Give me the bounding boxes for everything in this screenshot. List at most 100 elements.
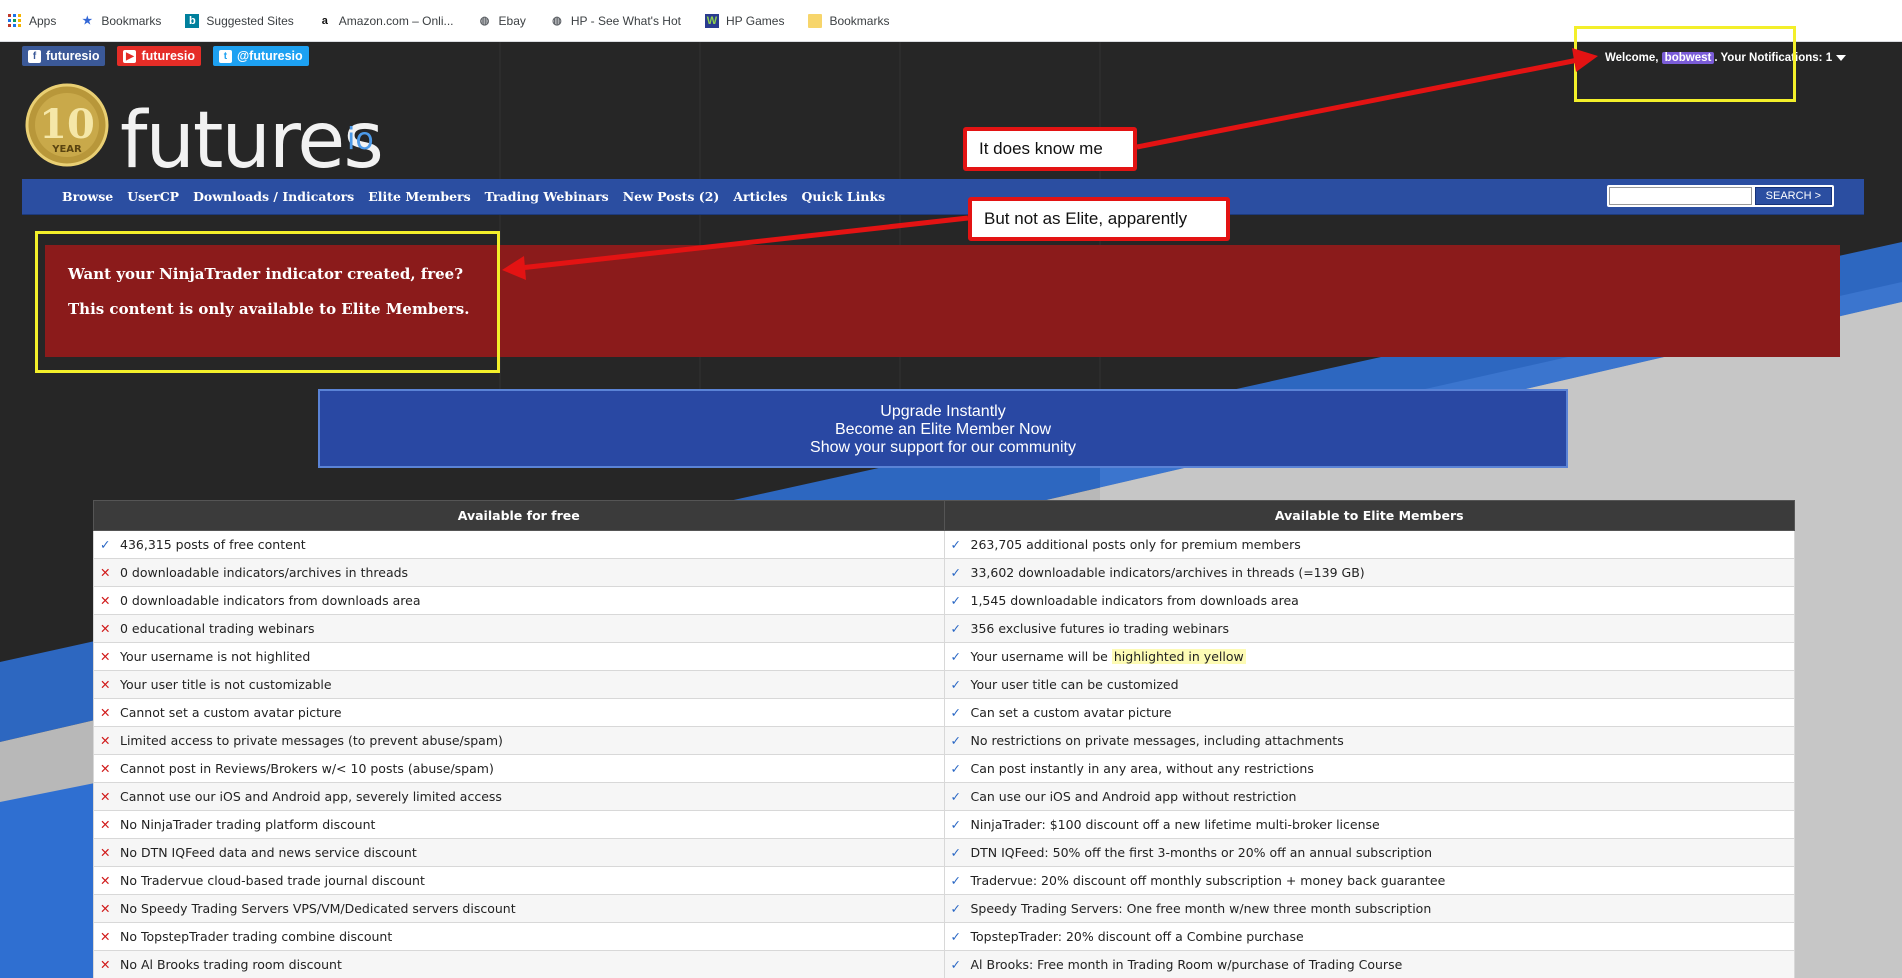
table-row: ✕ 0 downloadable indicators from download… bbox=[93, 586, 1795, 615]
free-feature-text: 0 downloadable indicators from downloads… bbox=[120, 593, 421, 608]
bookmark-amazon[interactable]: a Amazon.com – Onli... bbox=[318, 14, 454, 28]
social-links: f futuresio ▶ futuresio t @futuresio bbox=[22, 46, 309, 66]
bookmark-hp-hot[interactable]: ◍ HP - See What's Hot bbox=[550, 14, 681, 28]
social-label: @futuresio bbox=[236, 49, 303, 63]
elite-feature-cell: ✓ No restrictions on private messages, in… bbox=[943, 726, 1795, 755]
free-feature-cell: ✕ No Al Brooks trading room discount bbox=[93, 950, 945, 978]
table-row: ✕ Your user title is not customizable ✓ You… bbox=[93, 670, 1795, 699]
logo-text: futures bbox=[120, 96, 384, 186]
bookmark-label: HP Games bbox=[725, 13, 785, 28]
table-row: ✕ Limited access to private messages (to … bbox=[93, 726, 1795, 755]
nav-browse[interactable]: Browse bbox=[62, 189, 113, 204]
amazon-icon: a bbox=[321, 14, 328, 27]
cross-icon: ✕ bbox=[100, 817, 111, 832]
elite-feature-text: Speedy Trading Servers: One free month w… bbox=[970, 901, 1432, 916]
check-icon: ✓ bbox=[950, 873, 961, 888]
nav-elite-members[interactable]: Elite Members bbox=[368, 189, 470, 204]
check-icon: ✓ bbox=[950, 565, 961, 580]
check-icon: ✓ bbox=[950, 957, 961, 972]
bookmark-ebay[interactable]: ◍ Ebay bbox=[478, 14, 526, 28]
elite-feature-text: Can set a custom avatar picture bbox=[970, 705, 1172, 720]
bookmark-label: HP - See What's Hot bbox=[570, 13, 681, 28]
badge-year: YEAR bbox=[51, 144, 82, 155]
site-logo[interactable]: 10 YEAR futures io bbox=[22, 80, 422, 180]
twitter-icon: t bbox=[218, 49, 232, 63]
elite-feature-cell: ✓ 263,705 additional posts only for premi… bbox=[943, 530, 1795, 559]
free-feature-cell: ✕ Your username is not highlited bbox=[93, 642, 945, 671]
cross-icon: ✕ bbox=[100, 789, 111, 804]
youtube-link[interactable]: ▶ futuresio bbox=[117, 46, 201, 66]
check-icon: ✓ bbox=[950, 845, 961, 860]
free-feature-cell: ✕ Cannot use our iOS and Android app, sev… bbox=[93, 782, 945, 811]
free-feature-text: No TopstepTrader trading combine discoun… bbox=[120, 929, 393, 944]
elite-feature-cell: ✓ Your username will be highlighted in yel… bbox=[943, 642, 1795, 671]
free-feature-text: No Al Brooks trading room discount bbox=[120, 957, 342, 972]
elite-feature-cell: ✓ 356 exclusive futures io trading webina… bbox=[943, 614, 1795, 643]
nav-trading-webinars[interactable]: Trading Webinars bbox=[485, 189, 609, 204]
nav-usercp[interactable]: UserCP bbox=[127, 189, 179, 204]
table-row: ✕ Cannot set a custom avatar picture ✓ Can … bbox=[93, 698, 1795, 727]
cross-icon: ✕ bbox=[100, 761, 111, 776]
upgrade-button[interactable]: Upgrade Instantly Become an Elite Member… bbox=[318, 389, 1568, 468]
bookmark-folder[interactable]: Bookmarks bbox=[808, 13, 890, 28]
search-button[interactable]: SEARCH > bbox=[1754, 187, 1832, 205]
elite-feature-cell: ✓ Speedy Trading Servers: One free month … bbox=[943, 894, 1795, 923]
twitter-link[interactable]: t @futuresio bbox=[212, 46, 309, 66]
nav-downloads[interactable]: Downloads / Indicators bbox=[193, 189, 354, 204]
chevron-down-icon[interactable] bbox=[1836, 54, 1847, 61]
nav-new-posts[interactable]: New Posts (2) bbox=[623, 189, 720, 204]
free-feature-text: Limited access to private messages (to p… bbox=[120, 733, 503, 748]
badge-number: 10 bbox=[39, 101, 95, 148]
elite-feature-cell: ✓ 1,545 downloadable indicators from down… bbox=[943, 586, 1795, 615]
upgrade-line-2: Become an Elite Member Now bbox=[834, 421, 1052, 438]
ten-year-badge-icon: 10 YEAR bbox=[25, 83, 109, 167]
table-body: ✓ 436,315 posts of free content ✓ 263,705 a… bbox=[93, 530, 1795, 978]
upgrade-line-3: Show your support for our community bbox=[810, 439, 1076, 456]
nav-articles[interactable]: Articles bbox=[733, 189, 787, 204]
bookmark-label: Bookmarks bbox=[101, 13, 162, 28]
free-feature-text: Cannot set a custom avatar picture bbox=[120, 705, 342, 720]
free-feature-cell: ✕ No Tradervue cloud-based trade journal … bbox=[93, 866, 945, 895]
social-label: futuresio bbox=[141, 49, 195, 63]
bookmark-hp-games[interactable]: W HP Games bbox=[704, 13, 785, 28]
table-row: ✕ No Al Brooks trading room discount ✓ Al B… bbox=[93, 950, 1795, 978]
bookmark-label: Bookmarks bbox=[829, 13, 890, 28]
hp-games-icon: W bbox=[704, 13, 719, 28]
free-feature-cell: ✕ Your user title is not customizable bbox=[93, 670, 945, 699]
search-input[interactable] bbox=[1608, 187, 1752, 205]
highlighted-text: highlighted in yellow bbox=[1111, 649, 1246, 664]
bookmark-label: Amazon.com – Onli... bbox=[338, 13, 454, 28]
bookmark-label: Ebay bbox=[498, 13, 526, 28]
table-row: ✕ 0 educational trading webinars ✓ 356 excl… bbox=[93, 614, 1795, 643]
check-icon: ✓ bbox=[950, 593, 961, 608]
nav-quick-links[interactable]: Quick Links bbox=[801, 189, 885, 204]
elite-feature-cell: ✓ Can set a custom avatar picture bbox=[943, 698, 1795, 727]
folder-icon bbox=[808, 13, 823, 28]
cross-icon: ✕ bbox=[100, 649, 111, 664]
elite-feature-text: 356 exclusive futures io trading webinar… bbox=[970, 621, 1230, 636]
table-row: ✕ No TopstepTrader trading combine discou… bbox=[93, 922, 1795, 951]
bookmark-suggested-sites[interactable]: b Suggested Sites bbox=[185, 13, 294, 28]
membership-comparison-table: Available for free Available to Elite Me… bbox=[93, 500, 1795, 978]
elite-feature-cell: ✓ DTN IQFeed: 50% off the first 3-months … bbox=[943, 838, 1795, 867]
facebook-link[interactable]: f futuresio bbox=[22, 46, 106, 66]
elite-feature-cell: ✓ Al Brooks: Free month in Trading Room w… bbox=[943, 950, 1795, 978]
bookmark-bookmarks[interactable]: ★ Bookmarks bbox=[80, 14, 161, 28]
cross-icon: ✕ bbox=[100, 957, 111, 972]
elite-feature-text: Your user title can be customized bbox=[970, 677, 1179, 692]
bookmark-label: Apps bbox=[29, 13, 57, 28]
bookmark-apps[interactable]: Apps bbox=[8, 13, 57, 28]
check-icon: ✓ bbox=[950, 677, 961, 692]
elite-feature-cell: ✓ Can use our iOS and Android app without… bbox=[943, 782, 1795, 811]
free-feature-cell: ✕ No TopstepTrader trading combine discou… bbox=[93, 922, 945, 951]
elite-feature-text: Al Brooks: Free month in Trading Room w/… bbox=[970, 957, 1403, 972]
elite-feature-text: TopstepTrader: 20% discount off a Combin… bbox=[970, 929, 1304, 944]
globe-icon: ◍ bbox=[479, 15, 490, 27]
search-form: SEARCH > bbox=[1606, 185, 1834, 207]
main-navigation: Browse UserCP Downloads / Indicators Eli… bbox=[22, 179, 1864, 215]
free-feature-text: 0 downloadable indicators/archives in th… bbox=[120, 565, 409, 580]
table-row: ✕ No DTN IQFeed data and news service dis… bbox=[93, 838, 1795, 867]
elite-feature-text: Can use our iOS and Android app without … bbox=[970, 789, 1297, 804]
globe-icon: ◍ bbox=[552, 15, 562, 27]
free-feature-text: Your username is not highlited bbox=[120, 649, 311, 664]
